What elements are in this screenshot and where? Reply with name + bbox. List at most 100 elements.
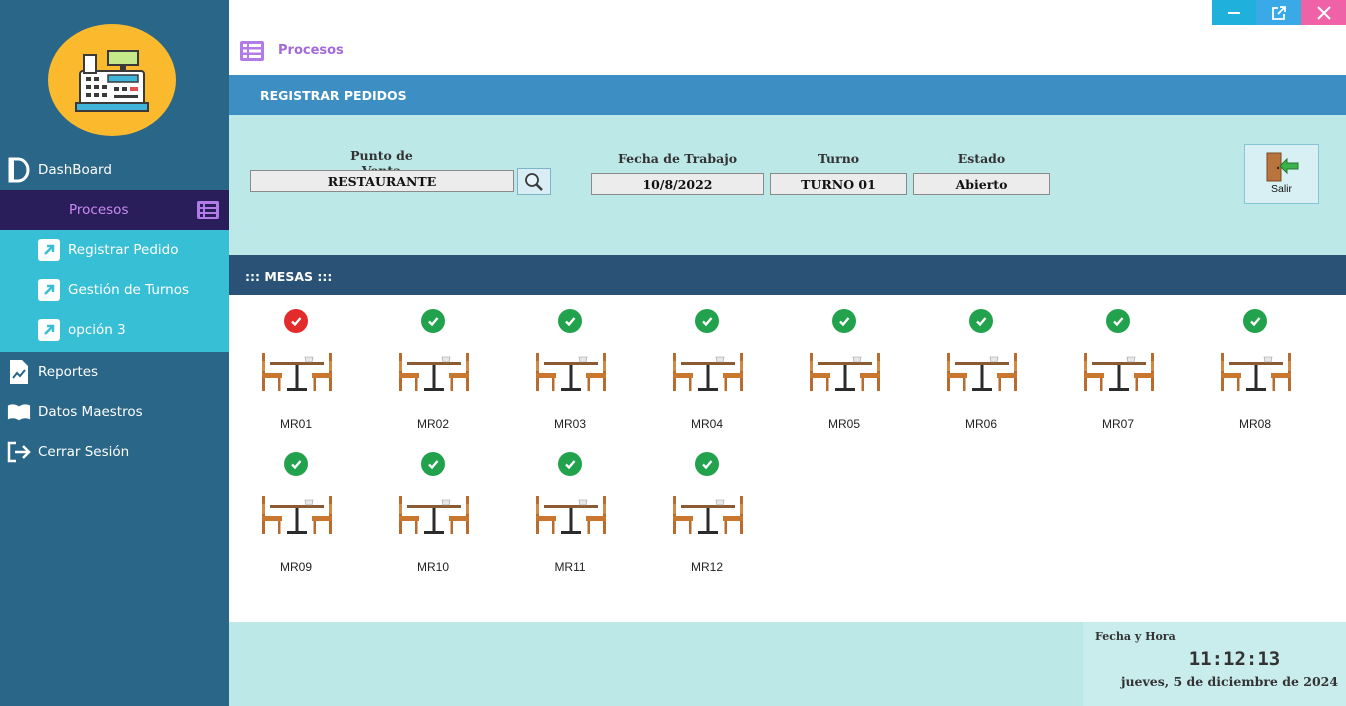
cash-register-icon (75, 50, 149, 112)
table-chairs-icon (671, 351, 745, 397)
mesa-mr02[interactable]: MR02 (383, 301, 483, 436)
check-circle-icon (1106, 309, 1130, 333)
arrow-link-icon (38, 279, 60, 301)
check-circle-icon (421, 452, 445, 476)
table-chairs-icon (671, 494, 745, 540)
check-circle-icon (1243, 309, 1267, 333)
minimize-button[interactable] (1212, 0, 1256, 25)
mesa-label: MR09 (279, 560, 312, 574)
table-chairs-icon (260, 494, 334, 540)
sidebar-item-label: Cerrar Sesión (38, 444, 130, 460)
table-chairs-icon (1082, 351, 1156, 397)
mesas-title: ::: MESAS ::: (245, 269, 333, 284)
sidebar: DashBoard Procesos Registrar Pedido Gest… (0, 0, 229, 706)
mesa-label: MR10 (416, 560, 449, 574)
table-chairs-icon (945, 351, 1019, 397)
logout-icon (7, 440, 31, 464)
arrow-link-icon (38, 319, 60, 341)
exit-door-icon (1266, 152, 1299, 182)
mesa-mr07[interactable]: MR07 (1068, 301, 1168, 436)
mesa-mr05[interactable]: MR05 (794, 301, 894, 436)
footer: Fecha y Hora 11:12:13 jueves, 5 de dicie… (229, 622, 1346, 706)
mesa-label: MR08 (1238, 417, 1271, 431)
sidebar-item-datos-maestros[interactable]: Datos Maestros (0, 392, 229, 432)
sidebar-item-procesos[interactable]: Procesos (0, 190, 229, 230)
mesa-label: MR11 (554, 560, 586, 574)
mesa-mr06[interactable]: MR06 (931, 301, 1031, 436)
minimize-icon (1228, 11, 1240, 14)
sidebar-item-cerrar-sesion[interactable]: Cerrar Sesión (0, 432, 229, 472)
mesa-label: MR05 (827, 417, 860, 431)
sidebar-item-label: Gestión de Turnos (68, 282, 190, 298)
book-icon (7, 400, 31, 424)
arrow-link-icon (38, 239, 60, 261)
mesa-mr03[interactable]: MR03 (520, 301, 620, 436)
breadcrumb: Procesos (278, 43, 344, 58)
logo (48, 24, 176, 136)
datetime-label: Fecha y Hora (1095, 630, 1176, 643)
sidebar-item-label: Registrar Pedido (68, 242, 179, 258)
sidebar-item-label: DashBoard (38, 162, 112, 178)
window-controls (1212, 0, 1346, 25)
fecha-trabajo-field[interactable]: 10/8/2022 (591, 173, 764, 195)
check-circle-icon (695, 452, 719, 476)
sidebar-item-opcion-3[interactable]: opción 3 (0, 310, 229, 350)
fecha-trabajo-label: Fecha de Trabajo (617, 151, 738, 166)
salir-label: Salir (1270, 183, 1292, 195)
check-circle-icon (969, 309, 993, 333)
mesa-mr12[interactable]: MR12 (657, 444, 757, 579)
report-icon (7, 360, 31, 384)
mesa-mr09[interactable]: MR09 (246, 444, 346, 579)
sidebar-item-label: Datos Maestros (38, 404, 143, 420)
submenu: Registrar Pedido Gestión de Turnos opció… (0, 230, 229, 352)
form-panel: Punto de Venta RESTAURANTE Fecha de Trab… (229, 115, 1346, 255)
check-circle-icon (284, 309, 308, 333)
table-chairs-icon (397, 351, 471, 397)
mesa-label: MR07 (1101, 417, 1134, 431)
mesas-header: ::: MESAS ::: (229, 255, 1346, 295)
table-chairs-icon (534, 494, 608, 540)
external-link-icon (1271, 5, 1286, 20)
close-button[interactable] (1301, 0, 1346, 25)
table-chairs-icon (397, 494, 471, 540)
mesa-mr11[interactable]: MR11 (520, 444, 620, 579)
turno-field[interactable]: TURNO 01 (770, 173, 907, 195)
search-button[interactable] (517, 168, 551, 195)
mesa-label: MR12 (690, 560, 723, 574)
mesa-mr01[interactable]: MR01 (246, 301, 346, 436)
dashboard-icon (7, 157, 31, 183)
mesa-label: MR03 (553, 417, 586, 431)
maximize-button[interactable] (1256, 0, 1301, 25)
salir-button[interactable]: Salir (1244, 144, 1319, 204)
mesa-mr04[interactable]: MR04 (657, 301, 757, 436)
sidebar-item-dashboard[interactable]: DashBoard (0, 150, 229, 190)
datetime-panel: Fecha y Hora 11:12:13 jueves, 5 de dicie… (1083, 622, 1346, 706)
mesa-mr10[interactable]: MR10 (383, 444, 483, 579)
check-circle-icon (558, 309, 582, 333)
page-title: REGISTRAR PEDIDOS (260, 88, 407, 103)
sidebar-item-label: Reportes (38, 364, 99, 380)
clock-time: 11:12:13 (1188, 648, 1281, 670)
table-chairs-icon (534, 351, 608, 397)
sidebar-item-gestion-turnos[interactable]: Gestión de Turnos (0, 270, 229, 310)
check-circle-icon (284, 452, 308, 476)
clock-date: jueves, 5 de diciembre de 2024 (1120, 674, 1339, 689)
mesa-label: MR02 (416, 417, 449, 431)
close-icon (1316, 5, 1331, 20)
mesa-label: MR06 (964, 417, 997, 431)
table-chairs-icon (260, 351, 334, 397)
estado-label: Estado (957, 151, 1006, 166)
table-chairs-icon (1219, 351, 1293, 397)
section-header: REGISTRAR PEDIDOS (229, 75, 1346, 115)
check-circle-icon (695, 309, 719, 333)
list-icon (196, 198, 220, 222)
sidebar-item-registrar-pedido[interactable]: Registrar Pedido (0, 230, 229, 270)
mesa-mr08[interactable]: MR08 (1205, 301, 1305, 436)
check-circle-icon (558, 452, 582, 476)
list-icon (239, 40, 265, 66)
turno-label: Turno (817, 151, 860, 166)
estado-field[interactable]: Abierto (913, 173, 1050, 195)
sidebar-item-label: Procesos (69, 202, 129, 218)
sidebar-item-reportes[interactable]: Reportes (0, 352, 229, 392)
punto-venta-field[interactable]: RESTAURANTE (250, 170, 514, 192)
